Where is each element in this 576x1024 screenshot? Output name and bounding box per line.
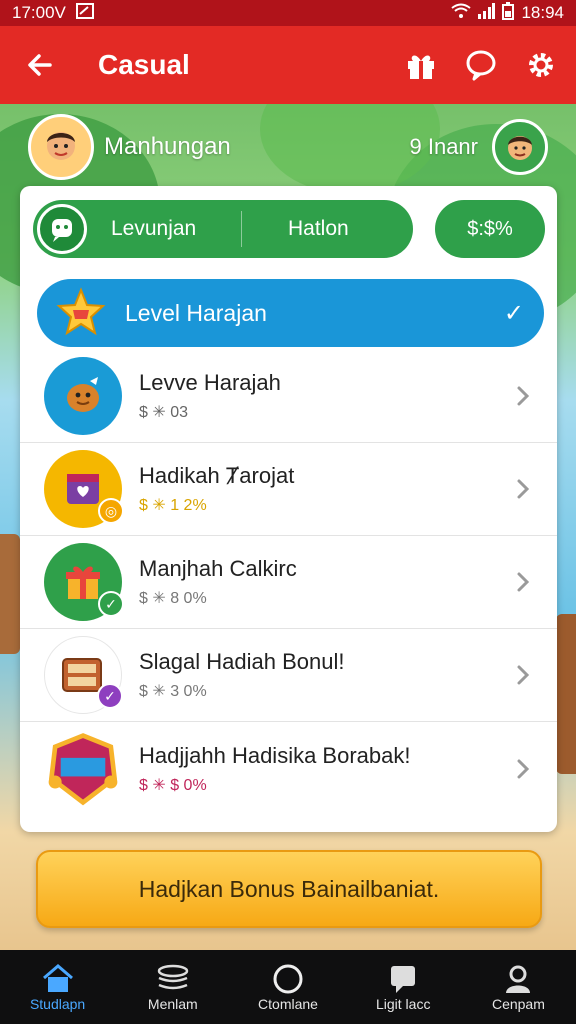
cookie-icon <box>44 357 122 435</box>
profile-row: Manhungan 9 Inanr <box>0 112 576 182</box>
tab-hatlon[interactable]: Hatlon <box>288 217 349 241</box>
balance-pill[interactable]: $:$% <box>435 200 545 258</box>
badge-icon: ◎ <box>98 498 124 524</box>
profile-right-text: 9 Inanr <box>409 134 479 159</box>
hut-decoration <box>0 534 20 654</box>
layers-icon <box>156 962 190 996</box>
list-item[interactable]: Levve Harajah $ ✳ 03 <box>20 350 557 443</box>
signal-icon <box>477 2 496 24</box>
nav-item-ctomlane[interactable]: Ctomlane <box>230 950 345 1024</box>
app-actions <box>404 48 558 82</box>
nav-item-menlam[interactable]: Menlam <box>115 950 230 1024</box>
list-item[interactable]: ✓ Manjhah Calkirc $ ✳ 8 0% <box>20 536 557 629</box>
wifi-icon <box>451 3 472 24</box>
calendar-gift-icon: ◎ <box>44 450 124 528</box>
item-text: Slagal Hadiah Bonul! $ ✳ 3 0% <box>139 649 503 701</box>
profile-icon <box>502 962 534 996</box>
chevron-right-icon <box>503 571 543 593</box>
nav-label: Menlam <box>147 996 198 1012</box>
list-item[interactable]: ◎ Hadikah Ⱦarojat $ ✳ 1 2% <box>20 443 557 536</box>
segment-toggle[interactable]: Levunjan Hatlon <box>33 200 413 258</box>
claim-bonus-button[interactable]: Hadjkan Bonus Bainailbaniat. <box>36 850 542 928</box>
chevron-right-icon <box>503 758 543 780</box>
settings-button[interactable] <box>524 48 558 82</box>
item-text: Hadikah Ⱦarojat $ ✳ 1 2% <box>139 463 503 515</box>
segment-row: Levunjan Hatlon $:$% <box>33 200 545 258</box>
chat-icon <box>466 50 496 81</box>
nav-label: Cenpam <box>491 996 545 1012</box>
chevron-right-icon <box>503 478 543 500</box>
item-sub: $ ✳ $ 0% <box>139 776 207 794</box>
screenshot-icon <box>75 2 94 25</box>
item-title: Slagal Hadiah Bonul! <box>139 649 345 674</box>
bottom-nav: Studlapn Menlam Ctomlane Ligit lacc Cenp… <box>0 950 576 1024</box>
profile-name: Manhungan <box>104 133 231 160</box>
item-title: Manjhah Calkirc <box>139 556 297 581</box>
circle-icon <box>271 962 305 996</box>
gear-icon <box>529 53 553 77</box>
nav-item-ligit-lacc[interactable]: Ligit lacc <box>346 950 461 1024</box>
status-bar: 17:00V 18:94 <box>0 0 576 26</box>
reward-list: Levve Harajah $ ✳ 03 ◎ Hadikah Ⱦarojat $… <box>20 350 557 815</box>
item-title: Hadikah Ⱦarojat <box>139 463 295 488</box>
arrow-left-icon <box>28 54 52 76</box>
level-label: Level Harajan <box>125 299 267 326</box>
character-avatar-icon <box>47 132 75 160</box>
list-item[interactable]: ✓ Slagal Hadiah Bonul! $ ✳ 3 0% <box>20 629 557 722</box>
chat-button[interactable] <box>464 48 498 82</box>
item-text: Hadjjahh Hadisika Borabak! $ ✳ $ 0% <box>139 743 503 795</box>
item-title: Levve Harajah <box>139 370 281 395</box>
nav-item-cenpam[interactable]: Cenpam <box>461 950 576 1024</box>
status-time: 17:00V <box>12 3 66 22</box>
home-icon <box>41 962 75 996</box>
status-left: 17:00V <box>12 2 94 25</box>
badge-icon: ✓ <box>97 683 123 709</box>
nav-label: Ctomlane <box>258 996 318 1012</box>
message-icon <box>388 962 418 996</box>
user-face-icon <box>508 136 532 160</box>
mascot-icon <box>37 204 87 254</box>
segment-divider <box>241 211 242 247</box>
hut-decoration <box>556 614 576 774</box>
avatar[interactable] <box>28 114 94 180</box>
user-avatar[interactable] <box>492 119 548 175</box>
item-text: Levve Harajah $ ✳ 03 <box>139 370 503 422</box>
nav-label: Ligit lacc <box>375 996 431 1012</box>
gift-box-icon: ✓ <box>44 543 124 621</box>
status-right: 18:94 <box>451 1 564 25</box>
list-item[interactable]: Hadjjahh Hadisika Borabak! $ ✳ $ 0% <box>20 722 557 815</box>
battery-icon <box>501 1 515 25</box>
tab-levunjan[interactable]: Levunjan <box>111 217 241 241</box>
sign-board-icon: ✓ <box>44 636 123 714</box>
item-sub: $ ✳ 1 2% <box>139 497 207 514</box>
chevron-right-icon <box>503 385 543 407</box>
item-title: Hadjjahh Hadisika Borabak! <box>139 742 411 768</box>
chevron-right-icon <box>503 664 543 686</box>
badge-icon: ✓ <box>98 591 124 617</box>
item-sub: $ ✳ 8 0% <box>139 590 207 607</box>
page-title: Casual <box>98 49 190 80</box>
rewards-card: Levunjan Hatlon $:$% Level Harajan ✓ Lev… <box>20 186 557 832</box>
item-text: Manjhah Calkirc $ ✳ 8 0% <box>139 556 503 608</box>
level-banner[interactable]: Level Harajan ✓ <box>37 279 544 347</box>
item-sub: $ ✳ 03 <box>139 404 188 421</box>
item-sub: $ ✳ 3 0% <box>139 683 207 700</box>
back-button[interactable] <box>18 43 62 87</box>
check-icon: ✓ <box>503 299 524 327</box>
app-bar: Casual <box>0 26 576 104</box>
star-icon <box>53 285 109 341</box>
status-time-right: 18:94 <box>521 3 564 22</box>
nav-label: Studlapn <box>29 996 86 1012</box>
gift-icon <box>408 55 434 79</box>
bonus-badge-icon <box>44 730 122 808</box>
nav-item-home[interactable]: Studlapn <box>0 950 115 1024</box>
gift-button[interactable] <box>404 48 438 82</box>
